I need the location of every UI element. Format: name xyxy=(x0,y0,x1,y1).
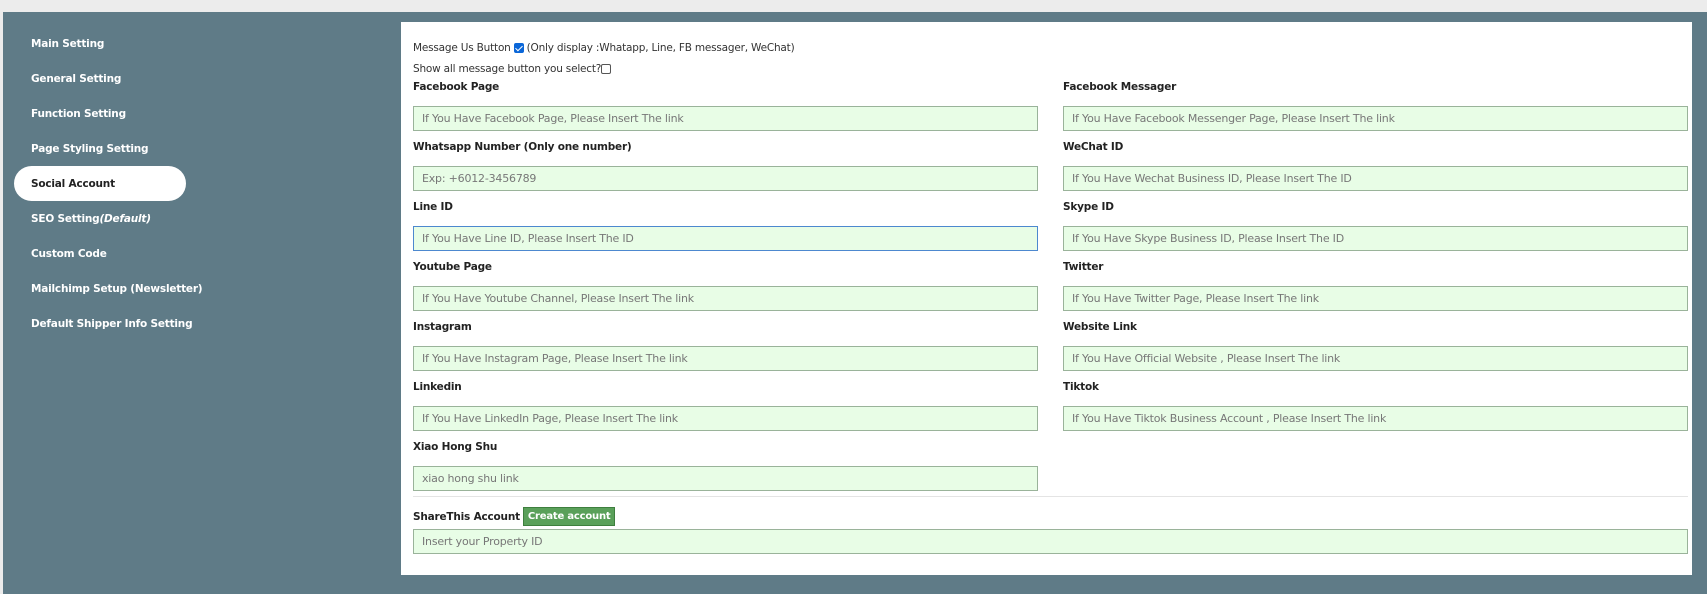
tiktok-input[interactable]: If You Have Tiktok Business Account , Pl… xyxy=(1063,406,1688,431)
facebook-messager-field: Facebook Messager If You Have Facebook M… xyxy=(1063,81,1688,131)
xiaohongshu-input[interactable]: xiao hong shu link xyxy=(413,466,1038,491)
skype-label: Skype ID xyxy=(1063,201,1114,213)
xiaohongshu-label: Xiao Hong Shu xyxy=(413,441,498,453)
sidebar-item-default-shipper-info[interactable]: Default Shipper Info Setting xyxy=(14,306,193,341)
whatsapp-input[interactable]: Exp: +6012-3456789 xyxy=(413,166,1038,191)
sidebar-item-main-setting[interactable]: Main Setting xyxy=(14,26,186,61)
linkedin-field: Linkedin If You Have LinkedIn Page, Plea… xyxy=(413,381,1038,431)
facebook-page-field: Facebook Page If You Have Facebook Page,… xyxy=(413,81,1038,131)
sidebar-item-label: Page Styling Setting xyxy=(31,142,149,155)
instagram-input[interactable]: If You Have Instagram Page, Please Inser… xyxy=(413,346,1038,371)
show-all-label: Show all message button you select? xyxy=(413,63,602,75)
wechat-field: WeChat ID If You Have Wechat Business ID… xyxy=(1063,141,1688,191)
twitter-label: Twitter xyxy=(1063,261,1104,273)
sidebar-item-suffix: (Default) xyxy=(99,212,151,225)
sidebar-item-function-setting[interactable]: Function Setting xyxy=(14,96,186,131)
skype-input[interactable]: If You Have Skype Business ID, Please In… xyxy=(1063,226,1688,251)
sidebar-item-seo-setting[interactable]: SEO Setting (Default) xyxy=(14,201,186,236)
linkedin-label: Linkedin xyxy=(413,381,462,393)
sidebar-item-label: Function Setting xyxy=(31,107,126,120)
message-us-row: Message Us Button (Only display :Whatapp… xyxy=(413,42,795,54)
sidebar-item-label: Default Shipper Info Setting xyxy=(31,317,193,330)
xiaohongshu-field: Xiao Hong Shu xiao hong shu link xyxy=(413,441,1038,491)
whatsapp-field: Whatsapp Number (Only one number) Exp: +… xyxy=(413,141,1038,191)
twitter-field: Twitter If You Have Twitter Page, Please… xyxy=(1063,261,1688,311)
sidebar-item-label: General Setting xyxy=(31,72,122,85)
sharethis-field: Insert your Property ID xyxy=(413,518,1688,554)
settings-sidebar: Main Setting General Setting Function Se… xyxy=(3,12,203,594)
show-all-row: Show all message button you select? xyxy=(413,63,614,75)
youtube-input[interactable]: If You Have Youtube Channel, Please Inse… xyxy=(413,286,1038,311)
show-all-checkbox[interactable] xyxy=(601,64,612,74)
sidebar-item-label: Main Setting xyxy=(31,37,105,50)
facebook-page-label: Facebook Page xyxy=(413,81,500,93)
message-us-checkbox[interactable] xyxy=(513,43,524,53)
line-input[interactable]: If You Have Line ID, Please Insert The I… xyxy=(413,226,1038,251)
whatsapp-label: Whatsapp Number (Only one number) xyxy=(413,141,632,153)
sidebar-item-mailchimp-setup[interactable]: Mailchimp Setup (Newsletter) xyxy=(14,271,203,306)
wechat-label: WeChat ID xyxy=(1063,141,1124,153)
youtube-field: Youtube Page If You Have Youtube Channel… xyxy=(413,261,1038,311)
app-frame: Main Setting General Setting Function Se… xyxy=(3,12,1707,594)
message-us-note: (Only display :Whatapp, Line, FB message… xyxy=(526,42,795,54)
facebook-messager-label: Facebook Messager xyxy=(1063,81,1177,93)
website-field: Website Link If You Have Official Websit… xyxy=(1063,321,1688,371)
section-divider xyxy=(413,496,1688,497)
tiktok-label: Tiktok xyxy=(1063,381,1099,393)
facebook-page-input[interactable]: If You Have Facebook Page, Please Insert… xyxy=(413,106,1038,131)
message-us-label: Message Us Button xyxy=(413,42,511,54)
skype-field: Skype ID If You Have Skype Business ID, … xyxy=(1063,201,1688,251)
social-account-panel: Message Us Button (Only display :Whatapp… xyxy=(401,22,1692,575)
sidebar-item-general-setting[interactable]: General Setting xyxy=(14,61,186,96)
tiktok-field: Tiktok If You Have Tiktok Business Accou… xyxy=(1063,381,1688,431)
website-input[interactable]: If You Have Official Website , Please In… xyxy=(1063,346,1688,371)
sidebar-item-label: Social Account xyxy=(31,177,115,190)
sidebar-item-label: SEO Setting xyxy=(31,212,100,225)
sharethis-property-id-input[interactable]: Insert your Property ID xyxy=(413,529,1688,554)
sidebar-item-label: Custom Code xyxy=(31,247,107,260)
instagram-label: Instagram xyxy=(413,321,472,333)
line-field: Line ID If You Have Line ID, Please Inse… xyxy=(413,201,1038,251)
sidebar-item-social-account[interactable]: Social Account xyxy=(14,166,186,201)
twitter-input[interactable]: If You Have Twitter Page, Please Insert … xyxy=(1063,286,1688,311)
facebook-messager-input[interactable]: If You Have Facebook Messenger Page, Ple… xyxy=(1063,106,1688,131)
instagram-field: Instagram If You Have Instagram Page, Pl… xyxy=(413,321,1038,371)
linkedin-input[interactable]: If You Have LinkedIn Page, Please Insert… xyxy=(413,406,1038,431)
sidebar-item-custom-code[interactable]: Custom Code xyxy=(14,236,186,271)
sidebar-item-label: Mailchimp Setup (Newsletter) xyxy=(31,282,203,295)
sidebar-item-page-styling-setting[interactable]: Page Styling Setting xyxy=(14,131,186,166)
website-label: Website Link xyxy=(1063,321,1137,333)
wechat-input[interactable]: If You Have Wechat Business ID, Please I… xyxy=(1063,166,1688,191)
youtube-label: Youtube Page xyxy=(413,261,492,273)
line-label: Line ID xyxy=(413,201,453,213)
